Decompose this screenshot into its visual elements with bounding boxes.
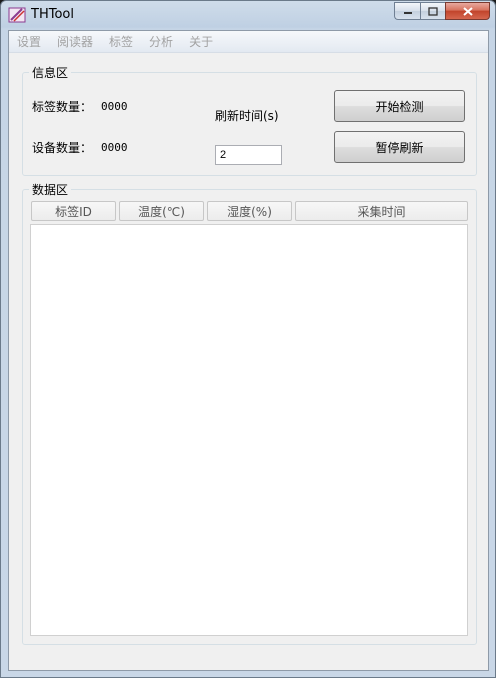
client-area: 设置 阅读器 标签 分析 关于 信息区 标签数量： 0000 设备数量： 000… [8, 30, 489, 671]
maximize-button[interactable] [420, 2, 445, 20]
menu-analysis[interactable]: 分析 [141, 33, 181, 50]
data-group-title: 数据区 [29, 181, 72, 198]
data-table-body[interactable] [30, 224, 468, 636]
column-temperature[interactable]: 温度(℃) [119, 201, 204, 221]
window-title: THTool [31, 7, 74, 22]
column-collect-time[interactable]: 采集时间 [295, 201, 468, 221]
close-button[interactable] [445, 2, 490, 20]
caption-buttons [394, 2, 490, 21]
title-bar[interactable]: THTool [1, 1, 495, 29]
menu-settings[interactable]: 设置 [9, 33, 49, 50]
minimize-icon [403, 12, 412, 14]
tag-count-label: 标签数量： [32, 100, 93, 114]
tag-count-value: 0000 [101, 100, 128, 113]
menu-bar: 设置 阅读器 标签 分析 关于 [9, 31, 488, 53]
refresh-interval-label: 刷新时间(s) [215, 109, 279, 123]
app-icon [8, 7, 26, 23]
table-header: 标签ID 温度(℃) 湿度(%) 采集时间 [31, 201, 468, 221]
menu-reader[interactable]: 阅读器 [49, 33, 101, 50]
close-icon [462, 6, 473, 16]
refresh-interval-input[interactable] [215, 145, 282, 165]
column-tag-id[interactable]: 标签ID [31, 201, 116, 221]
maximize-icon [428, 6, 438, 16]
start-detection-button[interactable]: 开始检测 [334, 90, 465, 122]
device-count-value: 0000 [101, 141, 128, 154]
menu-tags[interactable]: 标签 [101, 33, 141, 50]
pause-refresh-button[interactable]: 暂停刷新 [334, 131, 465, 163]
menu-about[interactable]: 关于 [181, 33, 221, 50]
minimize-button[interactable] [394, 2, 420, 20]
device-count-label: 设备数量： [32, 141, 93, 155]
app-window: THTool 设置 阅读器 标签 分析 关于 信息区 标签数量： 0000 设备… [0, 0, 496, 678]
column-humidity[interactable]: 湿度(%) [207, 201, 292, 221]
info-group-title: 信息区 [29, 64, 72, 81]
